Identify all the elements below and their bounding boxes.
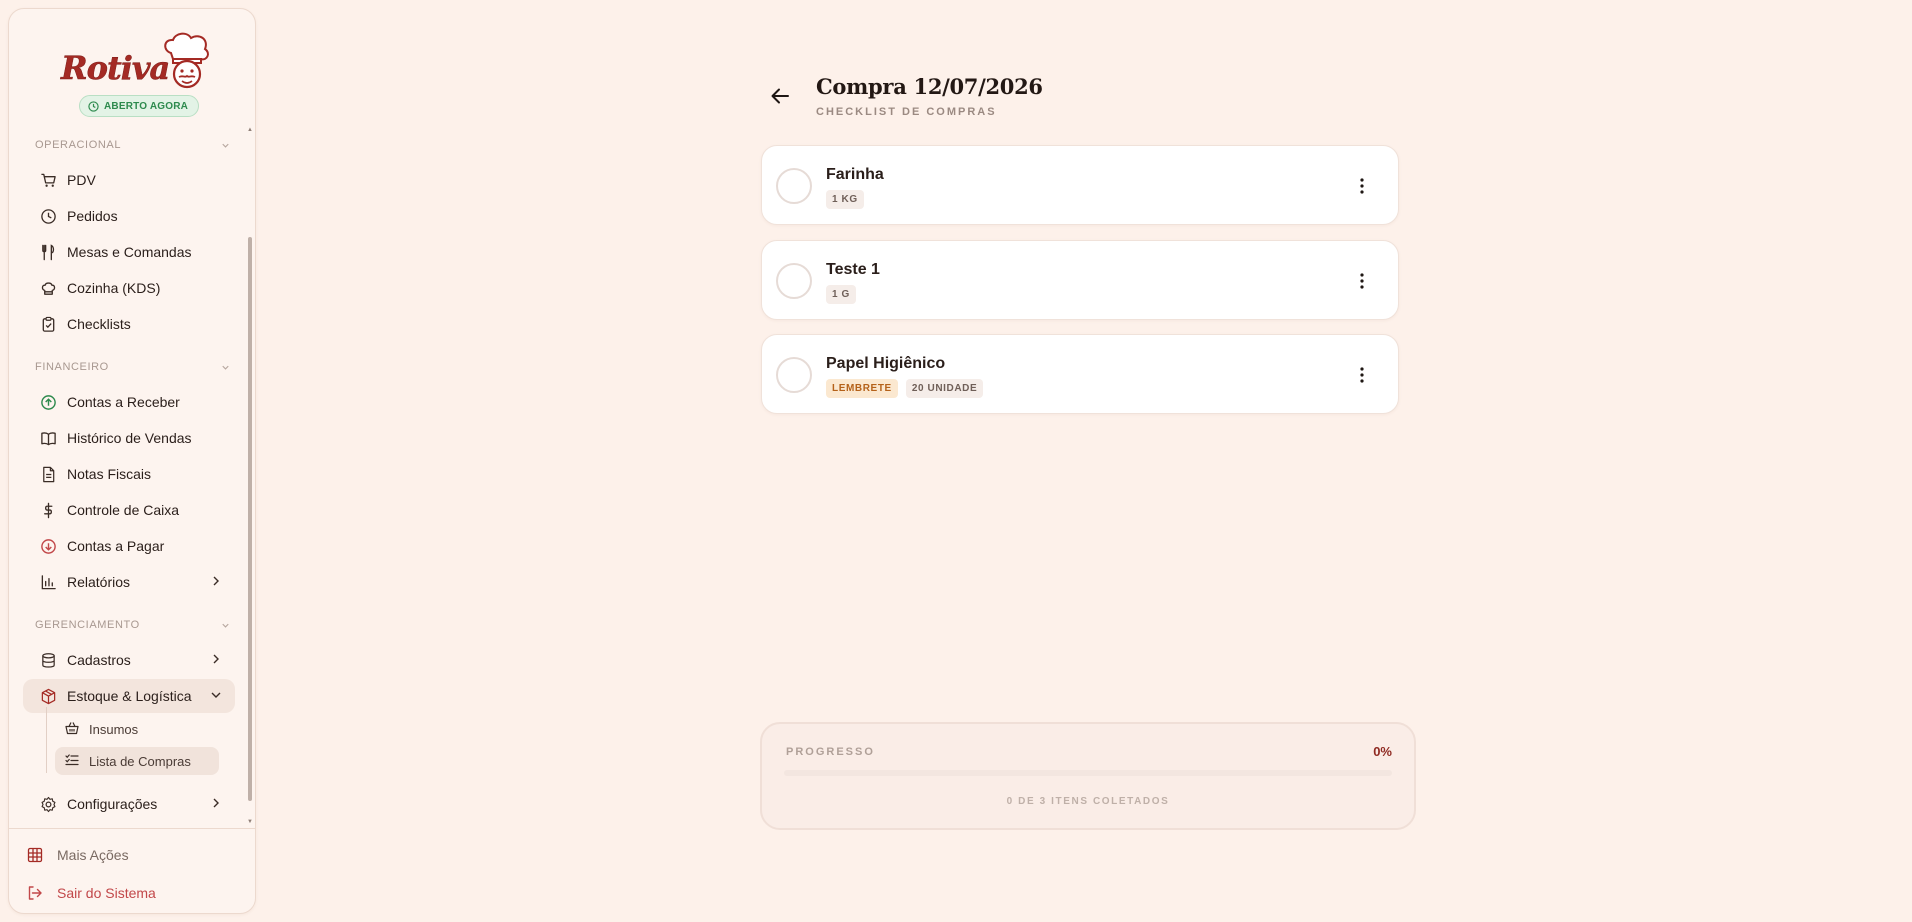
item-menu-button[interactable] [1352,269,1372,293]
grid-icon [27,847,43,863]
list-checks-icon [65,753,79,770]
section-gerenciamento[interactable]: GERENCIAMENTO [35,619,231,631]
scroll-thumb[interactable] [248,237,252,801]
progress-label: PROGRESSO [786,746,875,758]
sidebar-item-notas-fiscais[interactable]: Notas Fiscais [23,457,235,491]
chevron-right-icon [209,652,223,669]
page-subtitle: CHECKLIST DE COMPRAS [816,106,997,118]
more-vertical-icon [1360,273,1364,289]
page-title: Compra 12/07/2026 [816,74,1043,99]
item-menu-button[interactable] [1352,174,1372,198]
progress-panel: PROGRESSO 0% 0 DE 3 ITENS COLETADOS [760,722,1416,830]
arrow-up-circle-icon [39,393,57,411]
sidebar-item-contas-pagar[interactable]: Contas a Pagar [23,529,235,563]
item-tags: LEMBRETE 20 UNIDADE [826,379,984,398]
clock-icon [39,207,57,225]
gear-icon [39,795,57,813]
sidebar-item-estoque[interactable]: Estoque & Logística [23,679,235,713]
status-badge: ABERTO AGORA [79,95,200,117]
brand-name: Rotiva [61,49,171,88]
item-menu-button[interactable] [1352,363,1372,387]
back-button[interactable] [766,82,794,110]
sidebar-subitem-insumos[interactable]: Insumos [55,715,219,743]
list-item[interactable]: Farinha 1 KG [761,145,1399,225]
submenu-guide-line [46,707,47,773]
clock-icon [88,100,99,112]
sidebar-item-mesas[interactable]: Mesas e Comandas [23,235,235,269]
sidebar-item-configuracoes[interactable]: Configurações [23,787,235,821]
sidebar-subitem-lista-compras[interactable]: Lista de Compras [55,747,219,775]
more-vertical-icon [1360,178,1364,194]
chevron-down-icon [209,688,223,705]
utensils-icon [39,243,57,261]
list-item[interactable]: Teste 1 1 G [761,240,1399,320]
item-name: Teste 1 [826,261,880,278]
package-icon [39,687,57,705]
sidebar-item-cadastros[interactable]: Cadastros [23,643,235,677]
sidebar-item-cozinha[interactable]: Cozinha (KDS) [23,271,235,305]
item-checkbox[interactable] [776,168,812,204]
bar-chart-icon [39,573,57,591]
sidebar-item-pedidos[interactable]: Pedidos [23,199,235,233]
progress-percent: 0% [1373,744,1392,759]
quantity-badge: 20 UNIDADE [905,379,984,398]
file-text-icon [39,465,57,483]
item-name: Farinha [826,166,884,183]
sidebar-item-checklists[interactable]: Checklists [23,307,235,341]
dollar-icon [39,501,57,519]
basket-icon [65,721,79,738]
scroll-up-arrow[interactable]: ▲ [247,127,253,133]
logout-button[interactable]: Sair do Sistema [27,878,156,908]
more-vertical-icon [1360,367,1364,383]
sidebar-divider [9,828,255,829]
item-name: Papel Higiênico [826,355,946,372]
chef-hat-icon [39,279,57,297]
status-label: ABERTO AGORA [104,100,189,112]
chevron-right-icon [209,574,223,591]
logout-icon [28,886,42,900]
quantity-badge: 1 G [826,285,856,304]
chevron-down-icon [222,365,229,370]
item-tags: 1 KG [826,190,864,209]
arrow-left-icon [771,88,789,104]
brand-logo[interactable]: Rotiva ABERTO AGORA [9,23,257,119]
arrow-down-circle-icon [39,537,57,555]
item-tags: 1 G [826,285,856,304]
sidebar-item-pdv[interactable]: PDV [23,163,235,197]
sidebar-item-contas-receber[interactable]: Contas a Receber [23,385,235,419]
sidebar-item-controle-caixa[interactable]: Controle de Caixa [23,493,235,527]
quantity-badge: 1 KG [826,190,864,209]
reminder-badge: LEMBRETE [826,379,898,398]
database-icon [39,651,57,669]
clipboard-check-icon [39,315,57,333]
sidebar-item-historico-vendas[interactable]: Histórico de Vendas [23,421,235,455]
item-checkbox[interactable] [776,263,812,299]
sidebar-item-relatorios[interactable]: Relatórios [23,565,235,599]
sidebar-nav[interactable]: OPERACIONAL PDV Pedidos Mesas e Comandas… [9,127,253,827]
item-checkbox[interactable] [776,357,812,393]
progress-bar [784,770,1392,776]
section-operacional[interactable]: OPERACIONAL [35,139,231,151]
book-open-icon [39,429,57,447]
sidebar: Rotiva ABERTO AGORA OPERACIONAL PDV Pedi… [8,8,256,914]
scroll-down-arrow[interactable]: ▼ [247,819,253,825]
more-actions-button[interactable]: Mais Ações [27,840,129,870]
chevron-right-icon [209,796,223,813]
cart-icon [39,171,57,189]
list-item[interactable]: Papel Higiênico LEMBRETE 20 UNIDADE [761,334,1399,414]
progress-summary: 0 DE 3 ITENS COLETADOS [1006,796,1170,807]
chef-mascot-icon [164,32,209,89]
chevron-down-icon [222,143,229,148]
sidebar-scrollbar[interactable]: ▲ ▼ [247,127,253,827]
chevron-down-icon [222,623,229,628]
section-financeiro[interactable]: FINANCEIRO [35,361,231,373]
